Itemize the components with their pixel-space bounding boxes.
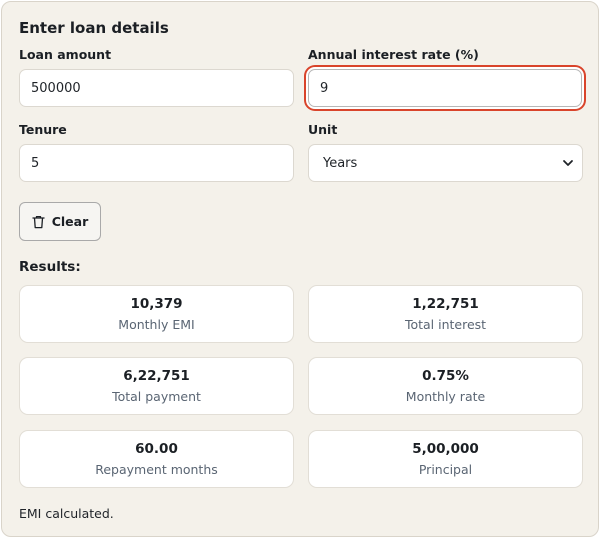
unit-select[interactable]: Years — [308, 144, 583, 182]
unit-label: Unit — [308, 122, 338, 137]
result-value: 0.75% — [422, 368, 469, 384]
interest-rate-value: 9 — [320, 80, 329, 96]
loan-amount-value: 500000 — [31, 80, 81, 96]
result-caption: Monthly EMI — [118, 317, 195, 332]
result-card-total-payment: 6,22,751 Total payment — [19, 357, 294, 415]
result-card-total-interest: 1,22,751 Total interest — [308, 285, 583, 343]
loan-amount-label: Loan amount — [19, 47, 112, 62]
result-value: 10,379 — [130, 296, 183, 312]
chevron-down-icon — [563, 160, 573, 166]
result-value: 6,22,751 — [123, 368, 190, 384]
trash-icon — [32, 215, 45, 228]
result-value: 5,00,000 — [412, 441, 479, 457]
result-value: 1,22,751 — [412, 296, 479, 312]
loan-form-panel: Enter loan details Loan amount 500000 An… — [1, 1, 599, 537]
result-card-repayment-months: 60.00 Repayment months — [19, 430, 294, 488]
result-card-monthly-emi: 10,379 Monthly EMI — [19, 285, 294, 343]
interest-rate-input[interactable]: 9 — [308, 69, 582, 107]
loan-amount-input[interactable]: 500000 — [19, 69, 294, 107]
tenure-value: 5 — [31, 155, 40, 171]
results-label: Results: — [19, 259, 81, 275]
clear-button-label: Clear — [51, 214, 89, 229]
status-message: EMI calculated. — [19, 506, 114, 521]
form-title: Enter loan details — [19, 19, 169, 37]
result-caption: Total interest — [404, 317, 487, 332]
result-caption: Total payment — [112, 389, 201, 404]
clear-button[interactable]: Clear — [19, 202, 101, 241]
interest-rate-label: Annual interest rate (%) — [308, 47, 479, 62]
result-card-monthly-rate: 0.75% Monthly rate — [308, 357, 583, 415]
tenure-input[interactable]: 5 — [19, 144, 294, 182]
result-caption: Monthly rate — [405, 389, 486, 404]
result-card-principal: 5,00,000 Principal — [308, 430, 583, 488]
tenure-label: Tenure — [19, 122, 67, 137]
result-value: 60.00 — [135, 441, 178, 457]
result-caption: Principal — [418, 462, 473, 477]
result-caption: Repayment months — [95, 462, 218, 477]
unit-selected-value: Years — [323, 155, 358, 171]
